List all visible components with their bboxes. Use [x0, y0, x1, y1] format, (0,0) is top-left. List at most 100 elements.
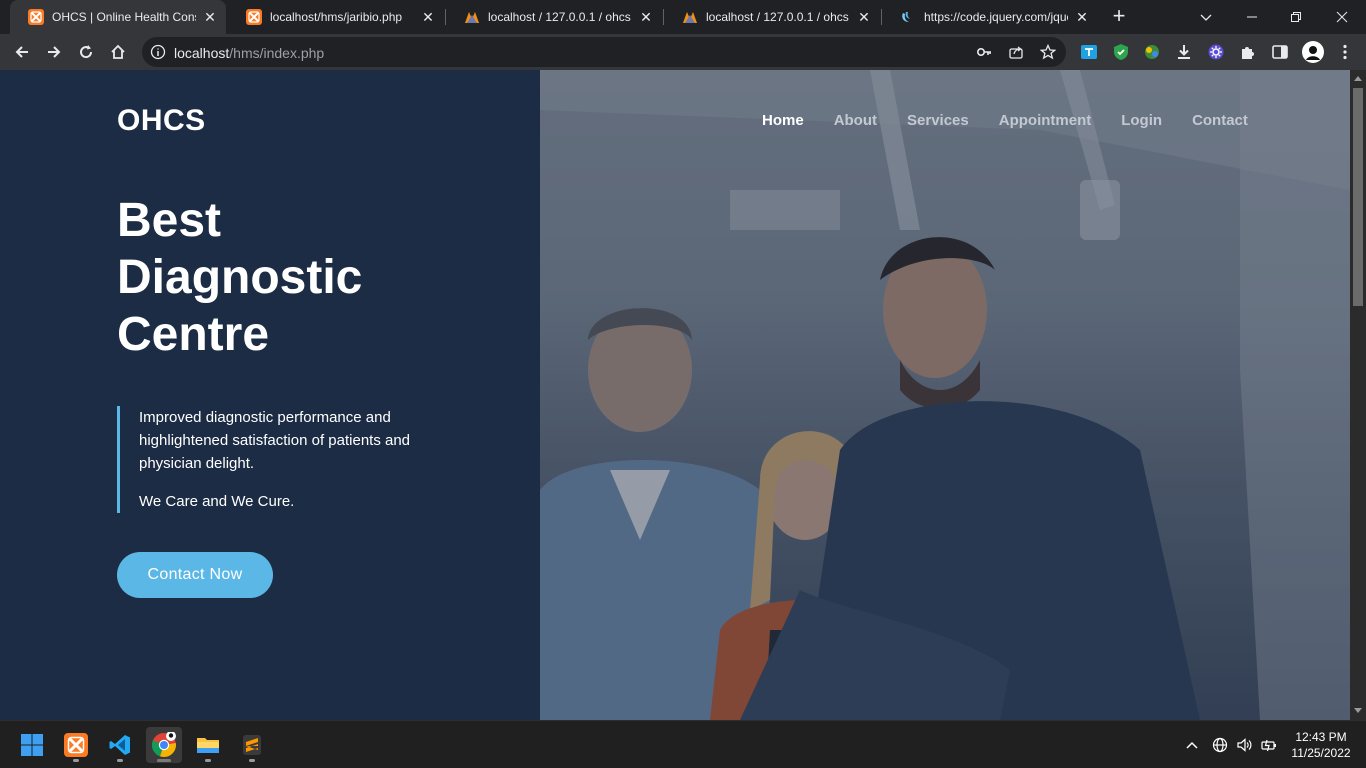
close-window-button[interactable] — [1320, 0, 1364, 34]
side-panel-icon[interactable] — [1271, 43, 1289, 61]
close-icon — [1336, 11, 1348, 23]
nav-about[interactable]: About — [834, 112, 877, 129]
taskbar-file-explorer[interactable] — [190, 727, 226, 763]
tab-title: https://code.jquery.com/jque — [924, 10, 1068, 24]
extensions-puzzle-icon[interactable] — [1239, 43, 1257, 61]
restore-button[interactable] — [1274, 0, 1318, 34]
globe-extension-icon[interactable] — [1143, 43, 1161, 61]
info-icon[interactable] — [150, 44, 166, 60]
phpmyadmin-icon — [682, 9, 698, 25]
profile-avatar[interactable] — [1302, 41, 1324, 63]
speaker-icon[interactable] — [1236, 737, 1252, 753]
tab-jaribio[interactable]: localhost/hms/jaribio.php ✕ — [228, 0, 444, 34]
taskbar-vscode[interactable] — [102, 727, 138, 763]
hero-photo — [540, 70, 1350, 720]
scroll-up-icon[interactable] — [1354, 76, 1362, 81]
sublime-text-icon — [243, 735, 261, 755]
hero-title-line: Diagnostic — [117, 251, 363, 304]
scroll-down-icon[interactable] — [1354, 708, 1362, 713]
key-icon[interactable] — [976, 44, 992, 60]
chevron-down-icon — [1200, 14, 1212, 21]
tab-title: localhost/hms/jaribio.php — [270, 10, 403, 24]
tab-ohcs[interactable]: OHCS | Online Health Consul ✕ — [10, 0, 226, 34]
close-icon[interactable]: ✕ — [856, 9, 872, 25]
running-indicator — [73, 759, 79, 762]
arrow-right-icon — [48, 46, 61, 58]
phpmyadmin-icon — [464, 9, 480, 25]
tab-title: localhost / 127.0.0.1 / ohcs / — [488, 10, 632, 24]
globe-icon[interactable] — [1212, 737, 1228, 753]
browser-toolbar: localhost/hms/index.php — [0, 34, 1366, 70]
hero-blockquote: Improved diagnostic performance and high… — [117, 406, 437, 513]
close-icon[interactable]: ✕ — [202, 9, 218, 25]
translate-extension-icon[interactable] — [1080, 43, 1098, 61]
hero-title-line: Best — [117, 194, 222, 247]
page-scrollbar[interactable] — [1350, 70, 1366, 720]
shield-extension-icon[interactable] — [1112, 43, 1130, 61]
running-indicator — [157, 759, 171, 762]
address-bar[interactable]: localhost/hms/index.php — [142, 37, 1066, 67]
tab-phpmyadmin-2[interactable]: localhost / 127.0.0.1 / ohcs / ✕ — [664, 0, 880, 34]
taskbar-xampp[interactable] — [58, 727, 94, 763]
chrome-icon — [151, 732, 176, 757]
bookmark-star-icon[interactable] — [1040, 44, 1056, 60]
running-indicator — [117, 759, 123, 762]
tab-search-button[interactable] — [1184, 0, 1228, 34]
gear-extension-icon[interactable] — [1207, 43, 1225, 61]
close-icon[interactable]: ✕ — [638, 9, 654, 25]
vscode-icon — [109, 735, 130, 755]
home-icon — [111, 44, 125, 59]
arrow-left-icon — [15, 46, 28, 58]
hero-description: Improved diagnostic performance and high… — [139, 409, 411, 472]
nav-home[interactable]: Home — [762, 112, 804, 129]
nav-appointment[interactable]: Appointment — [999, 112, 1091, 129]
start-button[interactable] — [14, 727, 50, 763]
clock-date: 11/25/2022 — [1291, 746, 1351, 760]
browser-tabstrip: OHCS | Online Health Consul ✕ localhost/… — [0, 0, 1366, 34]
tab-phpmyadmin-1[interactable]: localhost / 127.0.0.1 / ohcs / ✕ — [446, 0, 662, 34]
nav-login[interactable]: Login — [1121, 112, 1162, 129]
xampp-icon — [246, 9, 262, 25]
nav-services[interactable]: Services — [907, 112, 969, 129]
clock-time: 12:43 PM — [1295, 730, 1347, 744]
scrollbar-thumb[interactable] — [1353, 88, 1363, 306]
tab-title: localhost / 127.0.0.1 / ohcs / — [706, 10, 850, 24]
chevron-up-icon[interactable] — [1184, 737, 1200, 753]
tab-title: OHCS | Online Health Consul — [52, 10, 196, 24]
minimize-icon — [1247, 16, 1257, 18]
close-icon[interactable]: ✕ — [1074, 9, 1090, 25]
tab-jquery[interactable]: https://code.jquery.com/jque ✕ — [882, 0, 1098, 34]
minimize-button[interactable] — [1230, 0, 1274, 34]
contact-now-button[interactable]: Contact Now — [117, 552, 273, 598]
web-page: OHCS Best Diagnostic Centre Improved dia… — [0, 70, 1366, 720]
battery-icon[interactable] — [1261, 737, 1277, 753]
menu-kebab-icon[interactable] — [1336, 43, 1354, 61]
hero-tagline: We Care and We Cure. — [139, 493, 295, 510]
download-icon[interactable] — [1175, 43, 1193, 61]
share-icon[interactable] — [1008, 44, 1024, 60]
restore-icon — [1291, 12, 1301, 22]
url-host: localhost — [174, 45, 230, 61]
close-icon[interactable]: ✕ — [420, 9, 436, 25]
file-explorer-icon — [197, 738, 219, 753]
running-indicator — [249, 759, 255, 762]
site-brand[interactable]: OHCS — [117, 104, 206, 138]
hero-left-panel: OHCS Best Diagnostic Centre Improved dia… — [0, 70, 540, 720]
xampp-icon — [64, 733, 88, 757]
taskbar-chrome[interactable] — [146, 727, 182, 763]
taskbar-sublime-text[interactable] — [234, 727, 270, 763]
jquery-icon — [900, 9, 916, 25]
back-button[interactable] — [8, 38, 36, 66]
running-indicator — [205, 759, 211, 762]
new-tab-button[interactable]: + — [1108, 5, 1130, 28]
hero-title: Best Diagnostic Centre — [117, 192, 497, 363]
home-button[interactable] — [104, 38, 132, 66]
reload-button[interactable] — [72, 38, 100, 66]
url-path: /hms/index.php — [229, 45, 325, 61]
nav-contact[interactable]: Contact — [1192, 112, 1248, 129]
taskbar-clock[interactable]: 12:43 PM 11/25/2022 — [1286, 729, 1356, 761]
photo-overlay — [540, 70, 1350, 720]
site-navigation: Home About Services Appointment Login Co… — [762, 112, 1248, 129]
forward-button[interactable] — [40, 38, 68, 66]
url-text: localhost/hms/index.php — [174, 45, 324, 61]
